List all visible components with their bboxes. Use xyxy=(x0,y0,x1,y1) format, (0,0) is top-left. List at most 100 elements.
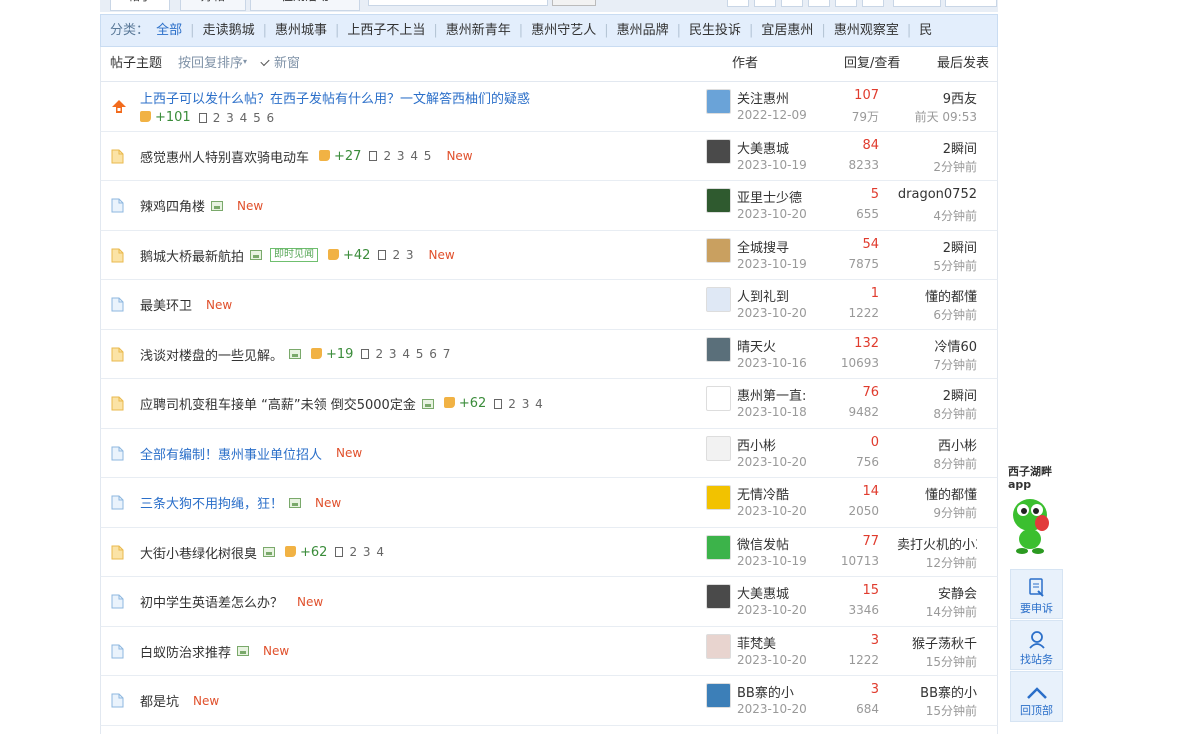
last-post-time[interactable]: 2分钟前 xyxy=(933,158,977,175)
thread-row[interactable]: 最美环卫 New 人到礼到 2023-10-20 1 1222 懂的都懂 6分钟前 xyxy=(100,280,998,330)
thread-row[interactable]: 全部有编制！惠州事业单位招人 New 西小彬 2023-10-20 0 756 西… xyxy=(100,428,998,478)
author-link[interactable]: 人到礼到 xyxy=(737,286,789,305)
tab-good-threads[interactable]: 好帖 xyxy=(180,0,246,11)
folder-icon[interactable] xyxy=(111,594,124,609)
folder-icon[interactable] xyxy=(111,644,124,659)
pager-button[interactable] xyxy=(835,0,857,7)
author-link[interactable]: 亚里士少德 xyxy=(737,187,802,206)
last-poster-link[interactable]: BB寨的小 xyxy=(920,682,977,701)
author-link[interactable]: 无情冷酷 xyxy=(737,484,789,503)
folder-icon[interactable] xyxy=(111,198,124,213)
last-poster-link[interactable]: 西小彬 xyxy=(938,435,977,454)
thread-title-link[interactable]: 浅谈对楼盘的一些见解。 xyxy=(140,345,283,364)
sort-by-reply-link[interactable]: 按回复排序▾ xyxy=(178,47,247,82)
thread-title-link[interactable]: 感觉惠州人特别喜欢骑电动车 xyxy=(140,147,309,166)
avatar[interactable] xyxy=(706,188,731,213)
hot-folder-icon[interactable] xyxy=(111,396,124,411)
avatar[interactable] xyxy=(706,435,731,461)
thread-title-link[interactable]: 白蚁防治求推荐 xyxy=(140,642,231,661)
category-item[interactable]: 民生投诉 xyxy=(689,23,741,38)
avatar[interactable] xyxy=(706,386,731,411)
hot-folder-icon[interactable] xyxy=(111,347,124,362)
pager-button[interactable] xyxy=(945,0,997,7)
category-item[interactable]: 惠州品牌 xyxy=(617,23,669,38)
avatar[interactable] xyxy=(706,584,731,609)
last-post-time[interactable]: 8分钟前 xyxy=(933,455,977,472)
category-item[interactable]: 惠州守艺人 xyxy=(531,23,596,38)
last-post-time[interactable]: 4分钟前 xyxy=(933,207,977,224)
thread-row[interactable]: 都是坑 New BB寨的小 2023-10-20 3 684 BB寨的小 15分钟… xyxy=(100,676,998,726)
pager-button[interactable] xyxy=(781,0,803,7)
thread-title-link[interactable]: 鹅城大桥最新航拍 xyxy=(140,246,244,265)
last-post-time[interactable]: 6分钟前 xyxy=(933,306,977,323)
app-promo[interactable]: 西子湖畔 app xyxy=(1008,465,1064,561)
hot-folder-icon[interactable] xyxy=(111,545,124,560)
thread-title-link[interactable]: 初中学生英语差怎么办？ xyxy=(140,592,283,611)
category-item[interactable]: 惠州城事 xyxy=(275,23,327,38)
author-link[interactable]: 微信发帖 xyxy=(737,534,789,553)
pager-button[interactable] xyxy=(727,0,749,7)
last-post-time[interactable]: 15分钟前 xyxy=(926,702,977,719)
page-numbers[interactable]: 2 3 4 xyxy=(508,397,544,411)
category-item[interactable]: 惠州观察室 xyxy=(834,23,899,38)
thread-title-link[interactable]: 应聘司机变租车接单 “高薪”未领 倒交5000定金 xyxy=(140,394,416,413)
tab-threads[interactable]: 帖子 xyxy=(110,0,170,11)
page-links[interactable]: 2 3 4 5 6 xyxy=(198,111,275,125)
last-poster-link[interactable]: 冷情60 xyxy=(934,336,977,355)
avatar[interactable] xyxy=(706,683,731,708)
page-links[interactable]: 2 3 4 xyxy=(335,545,385,559)
page-numbers[interactable]: 2 3 xyxy=(392,248,414,262)
author-link[interactable]: 菲梵美 xyxy=(737,633,776,652)
thread-title-link[interactable]: 最美环卫 xyxy=(140,295,192,314)
page-numbers[interactable]: 2 3 4 5 6 xyxy=(213,111,275,125)
category-item[interactable]: 惠州新青年 xyxy=(446,23,511,38)
thread-row[interactable]: 初中学生英语差怎么办？ New 大美惠城 2023-10-20 15 3346 安… xyxy=(100,577,998,627)
author-link[interactable]: 大美惠城 xyxy=(737,138,789,157)
last-poster-link[interactable]: dragon0752 xyxy=(898,187,977,202)
avatar[interactable] xyxy=(706,237,731,263)
avatar[interactable] xyxy=(706,89,731,114)
last-poster-link[interactable]: 9西友 xyxy=(943,88,977,107)
pager-input[interactable] xyxy=(893,0,941,7)
last-post-time[interactable]: 14分钟前 xyxy=(926,603,977,620)
thread-row[interactable]: 应聘司机变租车接单 “高薪”未领 倒交5000定金 +62 2 3 4 惠州第一直:… xyxy=(100,379,998,429)
category-item[interactable]: 全部 xyxy=(156,23,182,38)
thread-row[interactable]: 感觉惠州人特别喜欢骑电动车 +27 2 3 4 5 New 大美惠城 2023-10-… xyxy=(100,131,998,181)
pinned-thread-icon[interactable] xyxy=(111,99,126,114)
author-link[interactable]: 西小彬 xyxy=(737,435,776,454)
pager-button[interactable] xyxy=(862,0,884,7)
last-post-time[interactable]: 前天 09:53 xyxy=(915,108,977,125)
last-poster-link[interactable]: 懂的都懂 xyxy=(925,286,977,305)
thread-row[interactable]: 浅谈对楼盘的一些见解。 +19 2 3 4 5 6 7 晴天火 2023-10-16… xyxy=(100,329,998,379)
thread-title-link[interactable]: 都是坑 xyxy=(140,691,179,710)
contact-admin-button[interactable]: 找站务 xyxy=(1010,620,1063,670)
report-button[interactable]: 要申诉 xyxy=(1010,569,1063,619)
page-numbers[interactable]: 2 3 4 5 xyxy=(383,149,432,163)
avatar[interactable] xyxy=(706,485,731,510)
thread-title-link[interactable]: 三条大狗不用拘绳，狂！ xyxy=(140,493,283,512)
avatar[interactable] xyxy=(706,138,731,164)
pager-button[interactable] xyxy=(808,0,830,7)
tab-past-events[interactable]: 往期活动 xyxy=(250,0,360,11)
author-link[interactable]: 全城搜寻 xyxy=(737,237,789,256)
last-post-time[interactable]: 8分钟前 xyxy=(933,405,977,422)
author-link[interactable]: BB寨的小 xyxy=(737,682,794,701)
last-poster-link[interactable]: 猴子荡秋千 xyxy=(912,633,977,652)
last-poster-link[interactable]: 卖打火机的小3 xyxy=(897,534,977,553)
thread-title-link[interactable]: 上西子可以发什么帖？在西子发帖有什么用？一文解答西柚们的疑惑 xyxy=(140,92,530,107)
thread-row[interactable]: 白蚁防治求推荐 New 菲梵美 2023-10-20 3 1222 猴子荡秋千 1… xyxy=(100,626,998,676)
author-link[interactable]: 晴天火 xyxy=(737,336,776,355)
thread-row[interactable]: 辣鸡四角楼 New 亚里士少德 2023-10-20 5 655 dragon07… xyxy=(100,181,998,231)
hot-folder-icon[interactable] xyxy=(111,248,124,263)
folder-icon[interactable] xyxy=(111,446,124,461)
thread-row[interactable]: 上西子可以发什么帖？在西子发帖有什么用？一文解答西柚们的疑惑 +101 2 3 4 … xyxy=(100,82,998,132)
page-numbers[interactable]: 2 3 4 5 6 7 xyxy=(375,347,451,361)
hot-folder-icon[interactable] xyxy=(111,149,124,164)
thread-row[interactable]: 三条大狗不用拘绳，狂！ New 无情冷酷 2023-10-20 14 2050 懂… xyxy=(100,478,998,528)
pager-button[interactable] xyxy=(754,0,776,7)
last-post-time[interactable]: 12分钟前 xyxy=(926,554,977,571)
author-link[interactable]: 惠州第一直: xyxy=(737,385,805,404)
last-poster-link[interactable]: 2瞬间 xyxy=(943,237,977,256)
last-poster-link[interactable]: 懂的都懂 xyxy=(925,484,977,503)
folder-icon[interactable] xyxy=(111,495,124,510)
